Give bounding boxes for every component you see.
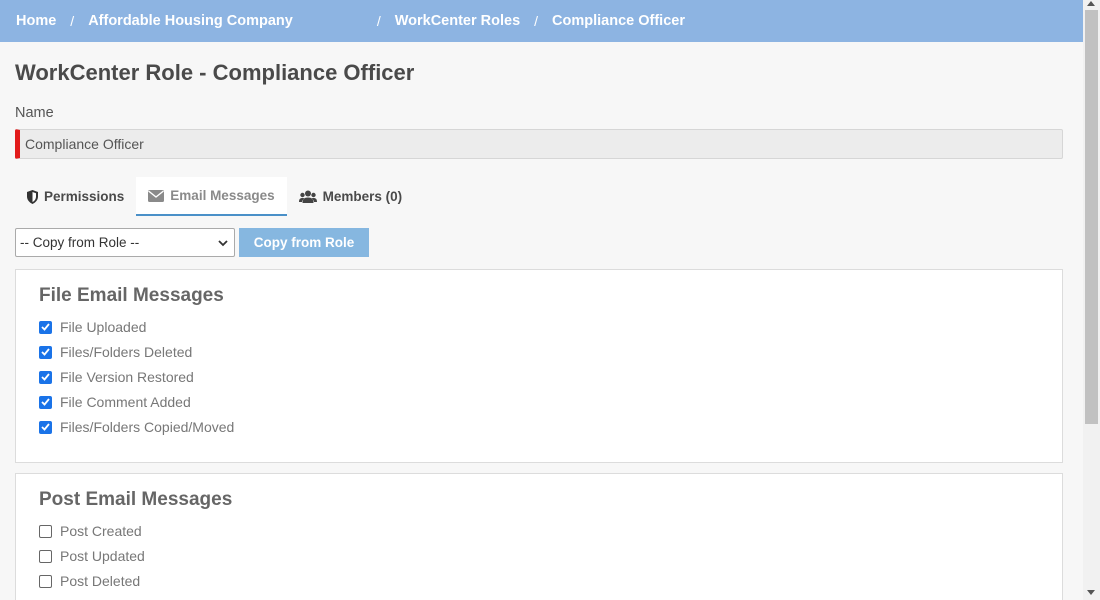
tab-members[interactable]: Members (0)	[287, 177, 415, 216]
checkbox-row[interactable]: File Comment Added	[39, 394, 191, 410]
checkbox-label: Post Created	[60, 523, 142, 539]
breadcrumb-separator: /	[534, 13, 539, 29]
copy-from-role-button[interactable]: Copy from Role	[239, 228, 369, 257]
breadcrumb: Home / Affordable Housing Company / Work…	[0, 0, 1083, 42]
tab-bar: Permissions Email Messages Members (0)	[15, 177, 414, 216]
shield-icon	[27, 189, 38, 204]
checkbox-row[interactable]: File Version Restored	[39, 369, 194, 385]
post-email-title: Post Email Messages	[39, 489, 233, 510]
checkbox-label: Files/Folders Copied/Moved	[60, 419, 235, 435]
name-input[interactable]	[15, 129, 1063, 159]
tab-email-messages[interactable]: Email Messages	[136, 177, 287, 216]
copy-role-select-value: -- Copy from Role --	[20, 235, 140, 250]
checkbox-checked[interactable]	[39, 420, 52, 434]
scroll-up-arrow-icon[interactable]	[1087, 1, 1095, 6]
checkbox-checked[interactable]	[39, 345, 52, 359]
name-label: Name	[15, 105, 54, 121]
checkbox-unchecked[interactable]	[39, 574, 52, 588]
checkbox-row[interactable]: File Uploaded	[39, 319, 146, 335]
checkbox-row[interactable]: Post Created	[39, 523, 142, 539]
checkbox-checked[interactable]	[39, 370, 52, 384]
checkbox-row[interactable]: Files/Folders Copied/Moved	[39, 419, 234, 435]
chevron-down-icon	[218, 235, 228, 250]
checkbox-label: File Version Restored	[60, 369, 194, 385]
scroll-down-arrow-icon[interactable]	[1087, 590, 1095, 595]
users-icon	[298, 190, 317, 204]
breadcrumb-separator: /	[376, 13, 381, 29]
tab-members-label: Members (0)	[322, 189, 403, 204]
checkbox-label: Post Deleted	[60, 573, 141, 589]
checkbox-label: File Uploaded	[60, 319, 147, 335]
breadcrumb-roles-link[interactable]: WorkCenter Roles	[395, 13, 520, 29]
checkbox-label: File Comment Added	[60, 394, 191, 410]
checkbox-label: Post Updated	[60, 548, 145, 564]
checkbox-row[interactable]: Post Updated	[39, 548, 145, 564]
page-title: WorkCenter Role - Compliance Officer	[15, 60, 415, 85]
breadcrumb-current-link[interactable]: Compliance Officer	[552, 13, 685, 29]
checkbox-checked[interactable]	[39, 395, 52, 409]
scrollbar-thumb[interactable]	[1085, 10, 1098, 424]
tab-permissions[interactable]: Permissions	[15, 177, 136, 216]
breadcrumb-separator: /	[70, 13, 75, 29]
envelope-icon	[148, 189, 165, 202]
checkbox-unchecked[interactable]	[39, 524, 52, 538]
breadcrumb-home-link[interactable]: Home	[16, 13, 56, 29]
checkbox-label: Files/Folders Deleted	[60, 344, 193, 360]
copy-role-select[interactable]: -- Copy from Role --	[15, 228, 235, 257]
checkbox-row[interactable]: Post Deleted	[39, 573, 140, 589]
file-email-panel: File Email Messages File Uploaded Files/…	[15, 269, 1063, 463]
tab-email-messages-label: Email Messages	[170, 188, 275, 203]
checkbox-unchecked[interactable]	[39, 549, 52, 563]
file-email-title: File Email Messages	[39, 285, 224, 306]
vertical-scrollbar[interactable]	[1083, 0, 1100, 600]
post-email-panel: Post Email Messages Post Created Post Up…	[15, 473, 1063, 600]
breadcrumb-company-link[interactable]: Affordable Housing Company	[88, 13, 293, 29]
tab-permissions-label: Permissions	[44, 189, 125, 204]
checkbox-row[interactable]: Files/Folders Deleted	[39, 344, 192, 360]
checkbox-checked[interactable]	[39, 320, 52, 334]
